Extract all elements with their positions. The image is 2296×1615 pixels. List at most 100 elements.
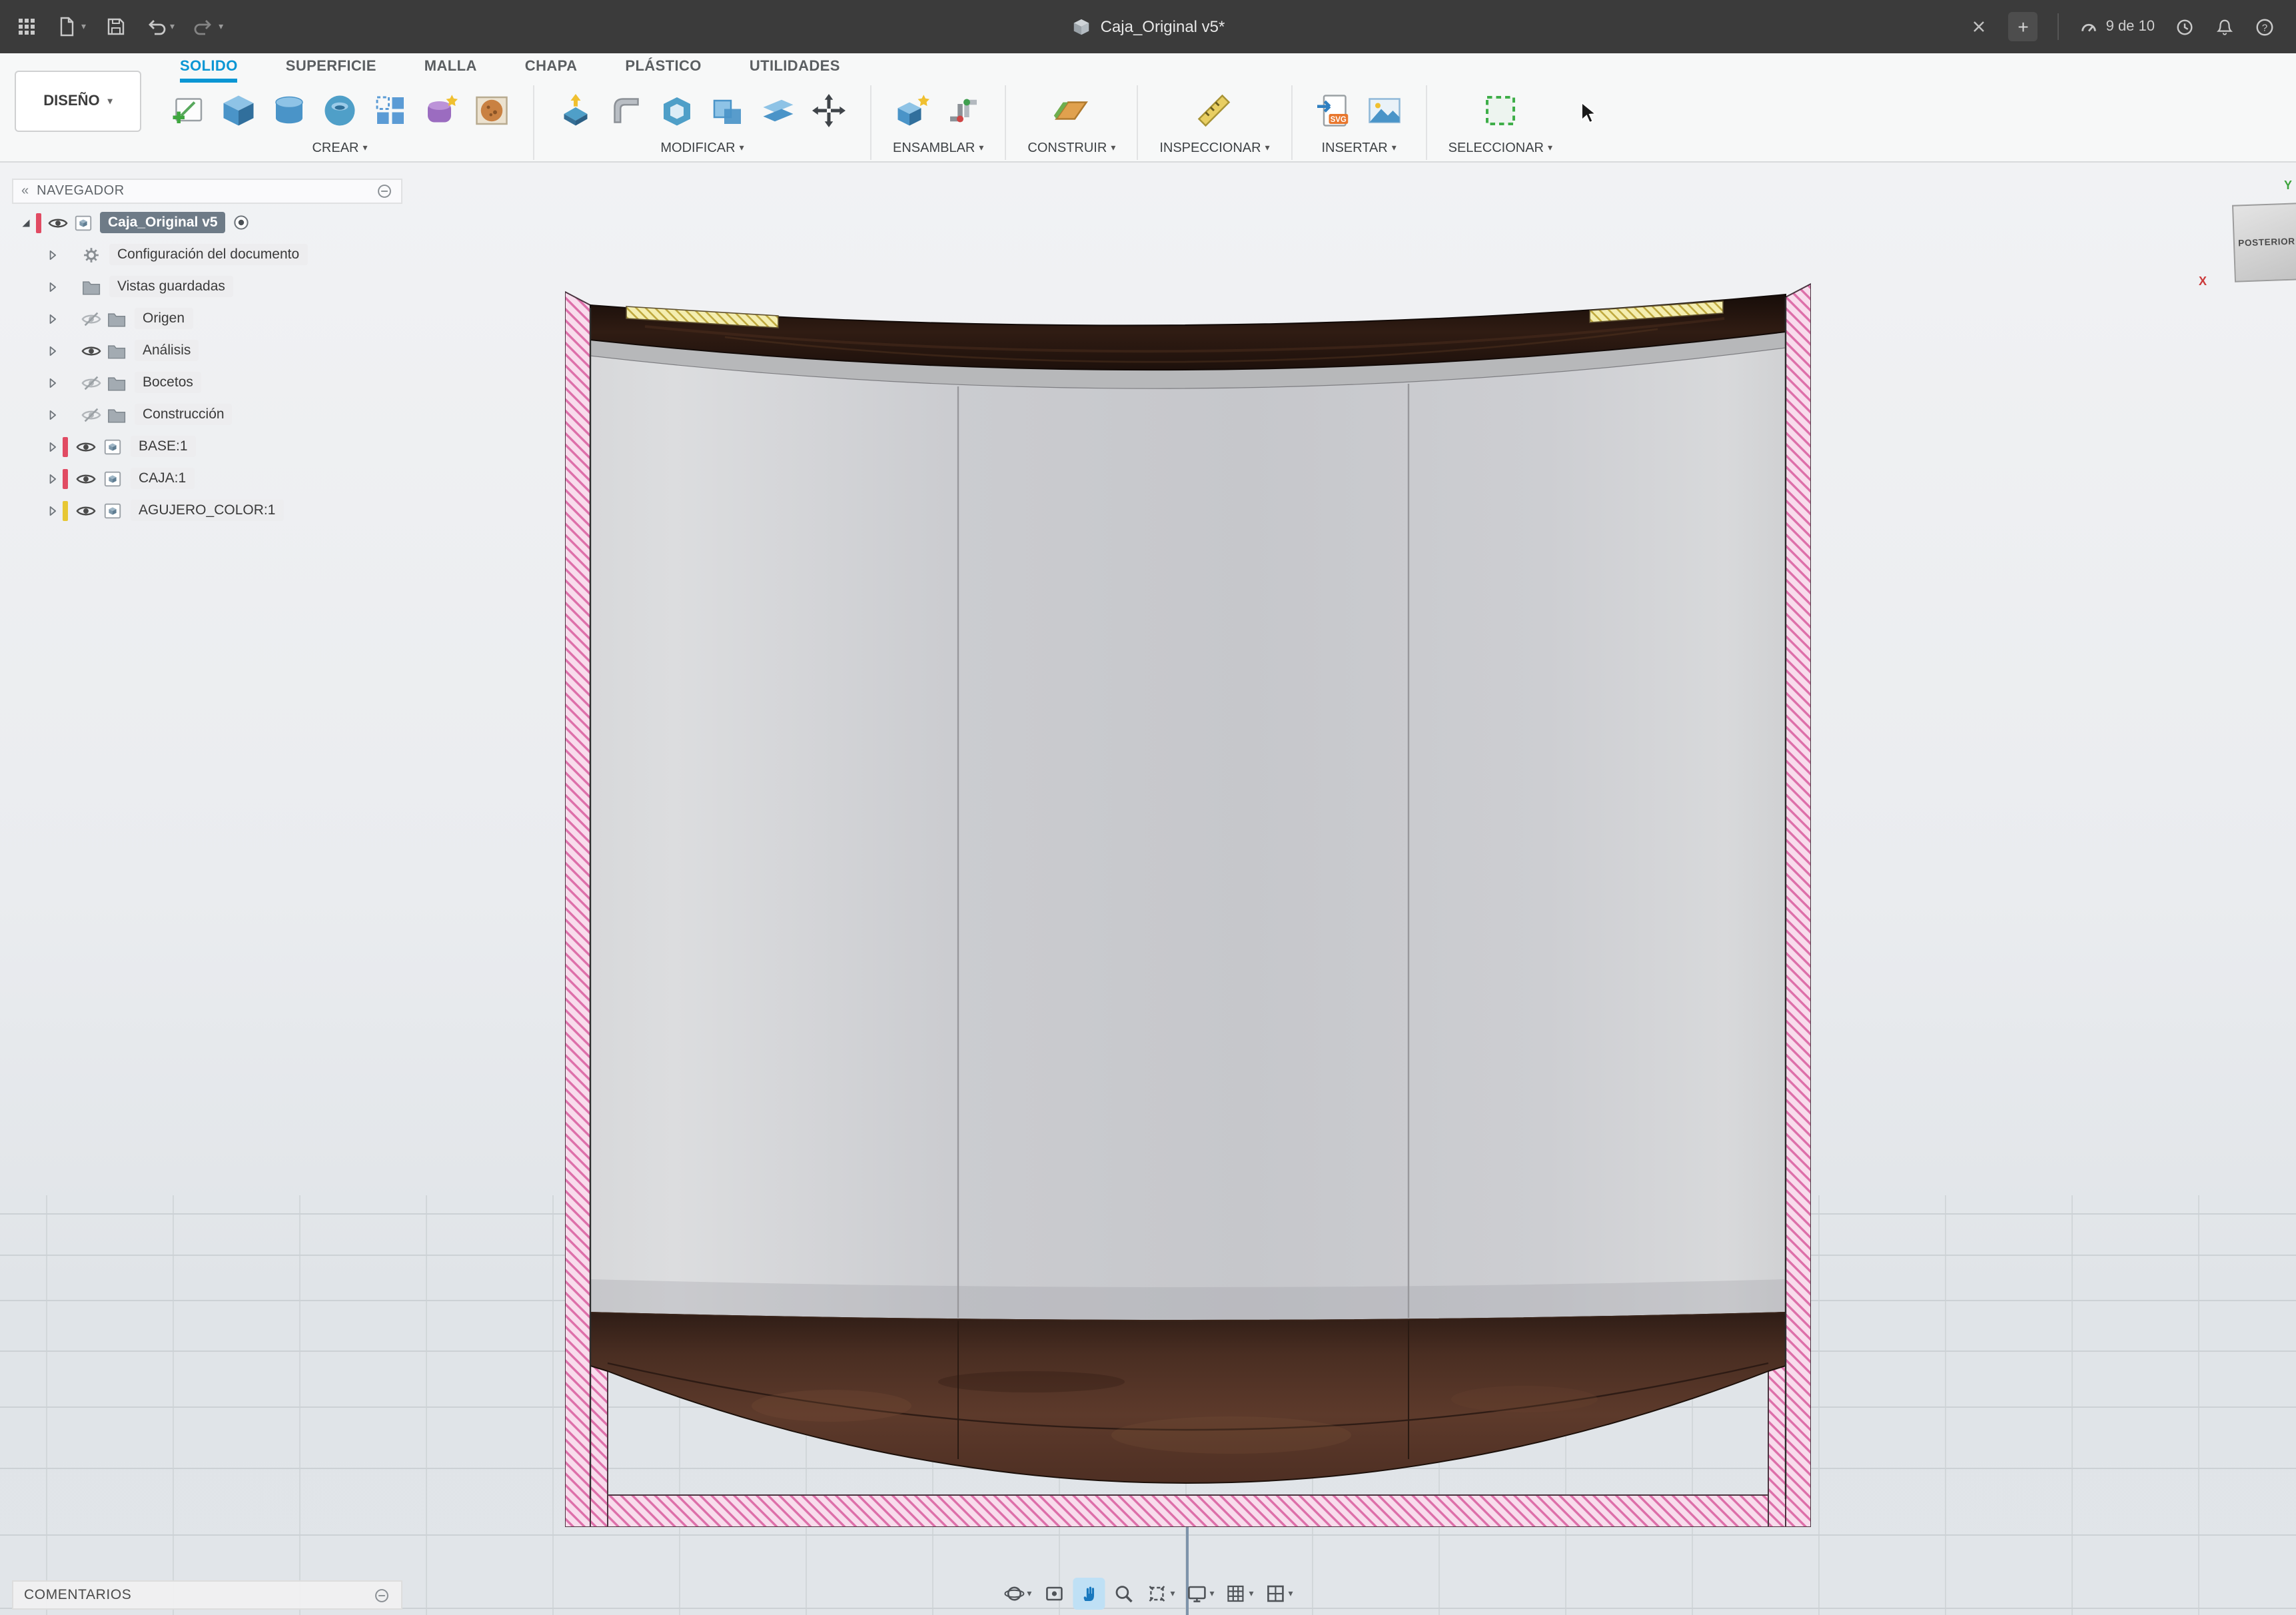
collapse-panel-icon[interactable]: « bbox=[21, 185, 29, 198]
expand-arrow-icon[interactable] bbox=[45, 375, 60, 390]
tree-item-label[interactable]: CAJA:1 bbox=[131, 468, 194, 489]
comments-panel[interactable]: COMENTARIOS bbox=[12, 1580, 402, 1610]
visibility-off-eye-icon[interactable] bbox=[81, 308, 101, 328]
tree-item-sketches[interactable]: Bocetos bbox=[12, 366, 402, 398]
group-label-modificar[interactable]: MODIFICAR▾ bbox=[660, 139, 744, 157]
expand-arrow-icon[interactable] bbox=[45, 471, 60, 486]
tree-item-base[interactable]: BASE:1 bbox=[12, 430, 402, 462]
group-label-ensamblar[interactable]: ENSAMBLAR▾ bbox=[893, 139, 983, 157]
select-window-icon[interactable] bbox=[1480, 91, 1520, 131]
model-section-view[interactable] bbox=[565, 273, 1811, 1527]
tree-item-agujero-color[interactable]: AGUJERO_COLOR:1 bbox=[12, 494, 402, 526]
group-label-inspeccionar[interactable]: INSPECCIONAR▾ bbox=[1159, 139, 1269, 157]
expanded-arrow-icon[interactable] bbox=[19, 215, 33, 230]
zoom-button[interactable] bbox=[1107, 1578, 1139, 1610]
visibility-eye-icon[interactable] bbox=[76, 468, 96, 488]
expand-arrow-icon[interactable] bbox=[45, 407, 60, 422]
tree-item-label[interactable]: Configuración del documento bbox=[109, 244, 307, 265]
expand-arrow-icon[interactable] bbox=[45, 439, 60, 454]
sphere-primitive-icon[interactable] bbox=[320, 91, 360, 131]
press-pull-icon[interactable] bbox=[556, 91, 596, 131]
viewcube-face-label[interactable]: POSTERIOR bbox=[2238, 237, 2295, 249]
viewports-button[interactable]: ▾ bbox=[1261, 1578, 1297, 1610]
group-label-insertar[interactable]: INSERTAR▾ bbox=[1321, 139, 1396, 157]
expand-arrow-icon[interactable] bbox=[45, 311, 60, 326]
viewcube[interactable]: POSTERIOR bbox=[2232, 203, 2296, 282]
group-label-seleccionar[interactable]: SELECCIONAR▾ bbox=[1448, 139, 1552, 157]
tree-item-label[interactable]: AGUJERO_COLOR:1 bbox=[131, 500, 283, 521]
visibility-eye-icon[interactable] bbox=[76, 436, 96, 456]
tree-item-label[interactable]: Construcción bbox=[135, 404, 233, 425]
split-face-icon[interactable] bbox=[758, 91, 798, 131]
visibility-eye-icon[interactable] bbox=[76, 500, 96, 520]
combine-icon[interactable] bbox=[708, 91, 748, 131]
activate-component-radio[interactable] bbox=[233, 213, 251, 232]
measure-icon[interactable] bbox=[1195, 91, 1235, 131]
grid-settings-button[interactable]: ▾ bbox=[1221, 1578, 1258, 1610]
tree-item-construction[interactable]: Construcción bbox=[12, 398, 402, 430]
navigator-header[interactable]: « NAVEGADOR bbox=[12, 179, 402, 204]
tab-plastico[interactable]: PLÁSTICO bbox=[625, 59, 701, 83]
notifications-bell-icon[interactable] bbox=[2215, 17, 2235, 37]
insert-canvas-icon[interactable] bbox=[1365, 91, 1405, 131]
construction-plane-icon[interactable] bbox=[1051, 91, 1091, 131]
tab-malla[interactable]: MALLA bbox=[424, 59, 477, 83]
close-tab-icon[interactable] bbox=[1970, 17, 1989, 36]
tree-item-saved-views[interactable]: Vistas guardadas bbox=[12, 270, 402, 302]
help-icon[interactable]: ? bbox=[2255, 17, 2275, 37]
group-label-crear[interactable]: CREAR▾ bbox=[312, 139, 367, 157]
pan-button[interactable] bbox=[1073, 1578, 1105, 1610]
tab-chapa[interactable]: CHAPA bbox=[525, 59, 578, 83]
display-settings-button[interactable]: ▾ bbox=[1181, 1578, 1218, 1610]
tree-item-label[interactable]: Origen bbox=[135, 308, 193, 329]
visibility-eye-icon[interactable] bbox=[48, 213, 68, 233]
expand-arrow-icon[interactable] bbox=[45, 343, 60, 358]
job-status[interactable]: 9 de 10 bbox=[2079, 17, 2155, 37]
tree-item-analysis[interactable]: Análisis bbox=[12, 334, 402, 366]
appearance-icon[interactable] bbox=[472, 91, 512, 131]
tree-item-label[interactable]: Bocetos bbox=[135, 372, 201, 393]
expand-arrow-icon[interactable] bbox=[45, 279, 60, 294]
move-icon[interactable] bbox=[809, 91, 849, 131]
fillet-icon[interactable] bbox=[606, 91, 646, 131]
group-label-construir[interactable]: CONSTRUIR▾ bbox=[1027, 139, 1115, 157]
revolve-icon[interactable] bbox=[269, 91, 309, 131]
orbit-button[interactable]: ▾ bbox=[999, 1578, 1035, 1610]
box-primitive-icon[interactable] bbox=[219, 91, 259, 131]
new-tab-button[interactable]: + bbox=[2009, 12, 2038, 41]
tree-item-label[interactable]: Caja_Original v5 bbox=[100, 212, 226, 233]
save-button[interactable] bbox=[105, 16, 126, 37]
tree-item-label[interactable]: Vistas guardadas bbox=[109, 276, 233, 297]
app-grid-icon[interactable] bbox=[16, 16, 37, 37]
tree-item-origin[interactable]: Origen bbox=[12, 302, 402, 334]
create-sketch-icon[interactable] bbox=[168, 91, 208, 131]
tab-utilidades[interactable]: UTILIDADES bbox=[750, 59, 840, 83]
new-component-icon[interactable] bbox=[893, 91, 933, 131]
comments-options-icon[interactable] bbox=[373, 1586, 390, 1604]
shell-icon[interactable] bbox=[657, 91, 697, 131]
tree-item-document-settings[interactable]: Configuración del documento bbox=[12, 239, 402, 270]
workspace-selector[interactable]: DISEÑO ▾ bbox=[15, 71, 141, 132]
expand-arrow-icon[interactable] bbox=[45, 247, 60, 262]
tree-item-root[interactable]: Caja_Original v5 bbox=[12, 207, 402, 239]
look-at-button[interactable] bbox=[1038, 1578, 1070, 1610]
fit-button[interactable]: ▾ bbox=[1142, 1578, 1179, 1610]
tree-item-caja[interactable]: CAJA:1 bbox=[12, 462, 402, 494]
recent-activity-icon[interactable] bbox=[2175, 17, 2195, 37]
undo-button[interactable]: ▾ bbox=[145, 16, 175, 37]
redo-button[interactable]: ▾ bbox=[193, 16, 223, 37]
tab-superficie[interactable]: SUPERFICIE bbox=[286, 59, 376, 83]
tab-solido[interactable]: SOLIDO bbox=[180, 59, 238, 83]
tree-item-label[interactable]: BASE:1 bbox=[131, 436, 196, 457]
joint-icon[interactable] bbox=[943, 91, 983, 131]
navigator-options-icon[interactable] bbox=[376, 183, 393, 200]
form-icon[interactable] bbox=[421, 91, 461, 131]
insert-svg-icon[interactable]: SVG bbox=[1314, 91, 1354, 131]
visibility-eye-icon[interactable] bbox=[81, 340, 101, 360]
tree-item-label[interactable]: Análisis bbox=[135, 340, 199, 361]
visibility-off-eye-icon[interactable] bbox=[81, 404, 101, 424]
file-menu-button[interactable]: ▾ bbox=[56, 16, 86, 37]
visibility-off-eye-icon[interactable] bbox=[81, 372, 101, 392]
pattern-icon[interactable] bbox=[370, 91, 410, 131]
expand-arrow-icon[interactable] bbox=[45, 503, 60, 518]
